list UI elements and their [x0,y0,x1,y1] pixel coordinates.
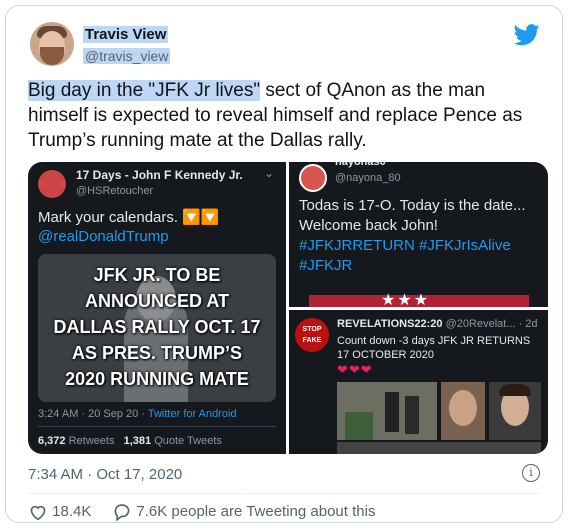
tweet-text: Big day in the "JFK Jr lives" sect of QA… [28,78,543,153]
media-image-3[interactable]: STOP FAKE REVELATIONS22:20 @20Revelat... … [289,310,548,454]
avatar [299,164,327,192]
embedded-text: Mark your calendars. 🔽🔽 [38,209,220,226]
tweet-highlight: Big day in the "JFK Jr lives" [28,80,261,101]
embedded-name: nayonas0 [335,162,386,168]
embedded-hashtags: #JFKJRRETURN #JFKJrIsAlive #JFKJR [299,237,511,274]
tweeting-about-link[interactable]: 7.6K people are Tweeting about this [112,503,376,522]
avatar[interactable] [30,22,74,66]
embedded-photo-face-1 [441,382,485,440]
embedded-photo-crowd [337,382,437,440]
author-handle[interactable]: @travis_view [83,48,171,64]
embedded-mention: @realDonaldTrump [38,228,169,245]
overlay-line-1: JFK JR. TO BE [93,265,221,285]
embedded-name: 17 Days - John F Kennedy Jr. [76,168,243,182]
tweeting-about-text: 7.6K people are Tweeting about this [136,503,376,520]
tweet-card: Travis View @travis_view Big day in the … [5,5,563,523]
stars-decoration: ★★★ [381,292,431,307]
info-icon[interactable]: i [522,464,540,482]
media-image-1[interactable]: 17 Days - John F Kennedy Jr. @HSRetouche… [28,162,286,454]
divider [28,493,540,494]
media-grid[interactable]: 17 Days - John F Kennedy Jr. @HSRetouche… [28,162,548,454]
author-name[interactable]: Travis View [83,26,169,43]
embedded-timestamp: 3:24 AM · 20 Sep 20 · Twitter for Androi… [38,408,237,420]
like-count: 18.4K [52,503,92,520]
overlay-line-2: ANNOUNCED AT [85,291,229,311]
tweet-actions: 18.4K 7.6K people are Tweeting about thi… [28,503,376,522]
overlay-line-3: DALLAS RALLY OCT. 17 [53,317,261,337]
twitter-bird-icon[interactable] [514,24,540,46]
embedded-stats: 6,372 Retweets 1,381 Quote Tweets [38,435,222,447]
embedded-text: Todas is 17-O. Today is the date... Welc… [299,197,526,234]
embedded-photo-face-2 [489,382,541,440]
tweet-timestamp[interactable]: 7:34 AM · Oct 17, 2020 [28,466,182,483]
avatar: STOP FAKE [295,318,329,352]
hearts-decoration: ❤❤❤ [337,362,373,377]
embedded-handle: @HSRetoucher [76,185,154,197]
embedded-text: Count down -3 days JFK JR RETURNS 17 OCT… [337,335,531,361]
chat-bubble-icon [114,504,130,522]
heart-icon [30,505,46,521]
overlay-line-5: 2020 RUNNING MATE [65,369,249,389]
overlay-line-4: AS PRES. TRUMP’S [71,343,243,363]
embedded-handle: @nayona_80 [335,172,401,184]
embedded-header: REVELATIONS22:20 @20Revelat... · 2d [337,318,538,330]
avatar [38,170,66,198]
media-image-2[interactable]: nayonas0 @nayona_80 Todas is 17-O. Today… [289,162,548,307]
like-button[interactable]: 18.4K [28,503,96,521]
chevron-down-icon: ⌄ [264,166,275,180]
